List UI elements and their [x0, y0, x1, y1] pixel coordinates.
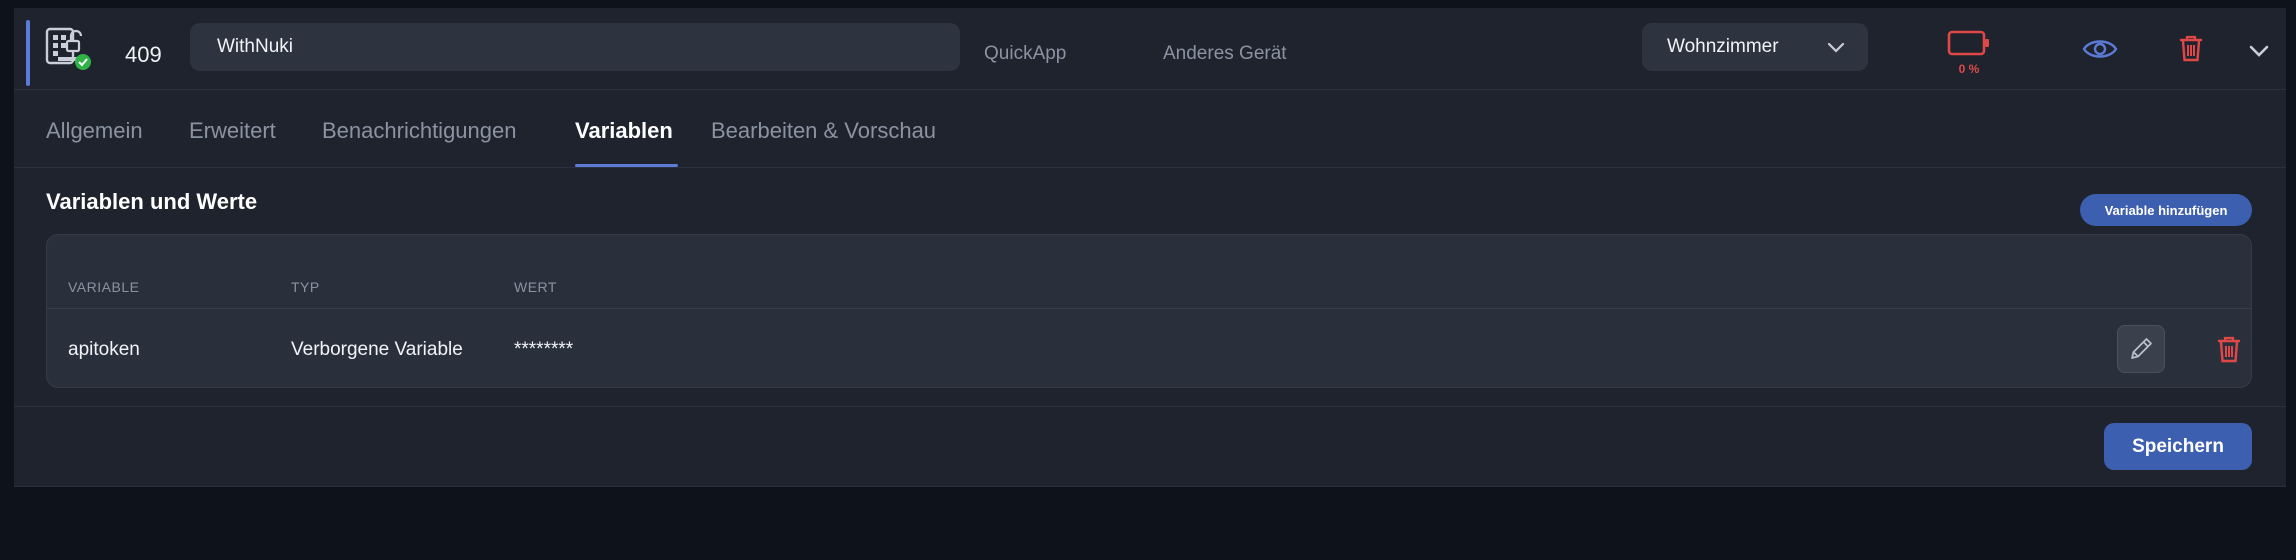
tab-bearbeiten-vorschau[interactable]: Bearbeiten & Vorschau — [711, 118, 936, 144]
page: 409 WithNuki QuickApp Anderes Gerät Wohn… — [0, 0, 2296, 560]
room-select[interactable]: Wohnzimmer — [1642, 23, 1868, 71]
eye-icon — [2082, 40, 2118, 58]
tab-bar: Allgemein Erweitert Benachrichtigungen V… — [14, 90, 2286, 168]
expand-button[interactable] — [2248, 41, 2270, 66]
tab-benachrichtigungen[interactable]: Benachrichtigungen — [322, 118, 516, 144]
active-tab-indicator — [575, 164, 678, 167]
chevron-down-icon — [2249, 45, 2269, 57]
cell-value: ******** — [514, 339, 574, 360]
variables-table: VARIABLE TYP WERT apitoken Verborgene Va… — [46, 234, 2252, 388]
column-header-type: TYP — [291, 279, 320, 295]
device-id: 409 — [125, 42, 162, 67]
cell-type: Verborgene Variable — [291, 339, 463, 360]
tab-allgemein[interactable]: Allgemein — [46, 118, 143, 144]
cell-variable: apitoken — [68, 339, 140, 360]
device-name-value: WithNuki — [217, 36, 294, 57]
battery-percentage: 0 % — [1958, 62, 1980, 76]
device-type-label: QuickApp — [984, 43, 1067, 64]
battery-empty-icon — [1947, 30, 1989, 56]
trash-icon — [2179, 35, 2203, 62]
tab-variablen[interactable]: Variablen — [575, 118, 673, 144]
footer-divider — [14, 406, 2286, 407]
pencil-icon — [2131, 338, 2152, 359]
chevron-down-icon — [1827, 42, 1845, 53]
row-divider — [47, 308, 2251, 309]
delete-device-button[interactable] — [2178, 33, 2204, 68]
add-variable-button[interactable]: Variable hinzufügen — [2080, 194, 2252, 226]
device-name-input[interactable]: WithNuki — [190, 23, 960, 71]
edit-variable-button[interactable] — [2117, 325, 2165, 373]
column-header-variable: VARIABLE — [68, 279, 140, 295]
device-category-label: Anderes Gerät — [1163, 43, 1287, 64]
delete-variable-button[interactable] — [2209, 329, 2249, 369]
room-select-value: Wohnzimmer — [1667, 36, 1779, 57]
visibility-toggle[interactable] — [2082, 36, 2118, 67]
save-button[interactable]: Speichern — [2104, 423, 2252, 470]
device-header: 409 WithNuki QuickApp Anderes Gerät Wohn… — [14, 8, 2286, 90]
tab-erweitert[interactable]: Erweitert — [189, 118, 276, 144]
battery-indicator: 0 % — [1934, 30, 2004, 80]
device-card: 409 WithNuki QuickApp Anderes Gerät Wohn… — [14, 8, 2286, 487]
section-title: Variablen und Werte — [46, 189, 258, 214]
device-status-icon — [44, 25, 94, 75]
trash-icon — [2217, 336, 2241, 363]
column-header-value: WERT — [514, 279, 557, 295]
